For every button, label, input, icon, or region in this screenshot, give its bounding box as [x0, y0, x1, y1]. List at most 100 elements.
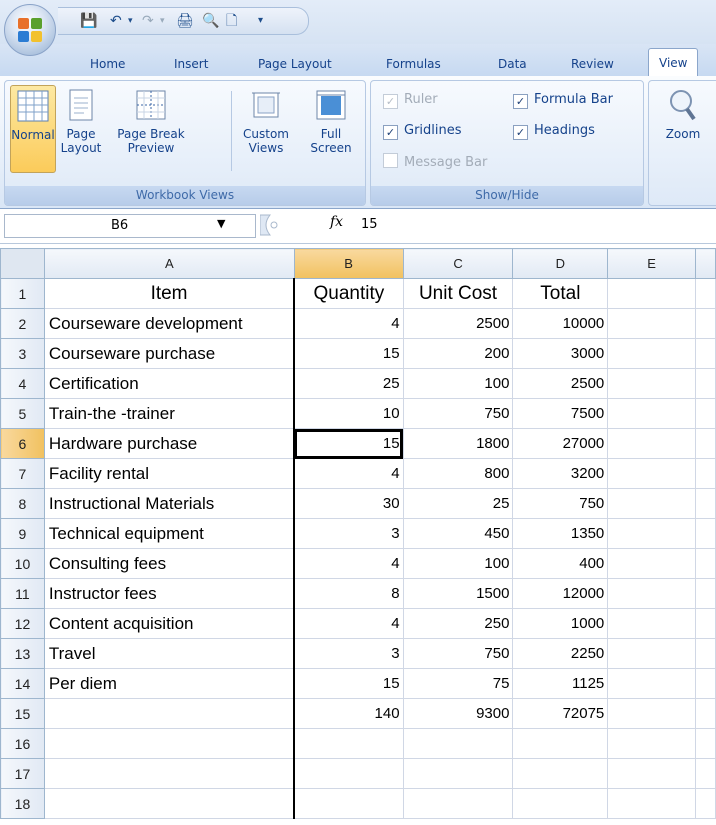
cell[interactable] — [695, 488, 716, 519]
custom-views-button[interactable]: Custom Views — [237, 85, 295, 171]
cell[interactable]: 400 — [512, 548, 609, 579]
cell[interactable]: 25 — [293, 368, 404, 399]
cell[interactable] — [695, 548, 716, 579]
cell[interactable] — [607, 728, 696, 759]
cell[interactable] — [607, 608, 696, 639]
cell[interactable]: 140 — [293, 698, 404, 729]
cell[interactable] — [607, 428, 696, 459]
tab-home[interactable]: Home — [90, 57, 125, 71]
column-header-e[interactable]: E — [607, 248, 696, 279]
save-icon[interactable]: 💾 — [80, 12, 97, 30]
cell[interactable] — [695, 728, 716, 759]
chevron-down-icon[interactable]: ▼ — [217, 217, 225, 230]
cell[interactable]: 1350 — [512, 518, 609, 549]
cell[interactable] — [695, 518, 716, 549]
cell[interactable] — [607, 668, 696, 699]
cell[interactable]: 100 — [402, 548, 514, 579]
cell[interactable] — [607, 638, 696, 669]
cell[interactable] — [607, 278, 696, 309]
normal-view-button[interactable]: Normal — [10, 85, 56, 173]
cell[interactable]: 4 — [293, 458, 404, 489]
cell[interactable]: 2250 — [512, 638, 609, 669]
cell[interactable]: 10000 — [512, 308, 609, 339]
cell[interactable]: 10 — [293, 398, 404, 429]
row-header[interactable]: 17 — [0, 758, 45, 789]
cell[interactable] — [695, 758, 716, 789]
row-header[interactable]: 14 — [0, 668, 45, 699]
cell[interactable]: 1800 — [402, 428, 514, 459]
cell[interactable] — [607, 758, 696, 789]
cell[interactable]: 75 — [402, 668, 514, 699]
row-header[interactable]: 1 — [0, 278, 45, 309]
cell[interactable]: 30 — [293, 488, 404, 519]
cell[interactable]: Courseware purchase — [43, 338, 296, 369]
cell[interactable]: 27000 — [512, 428, 609, 459]
cell[interactable] — [695, 308, 716, 339]
cell[interactable]: 2500 — [402, 308, 514, 339]
cell[interactable]: Travel — [43, 638, 296, 669]
column-header-a[interactable]: A — [43, 248, 295, 279]
row-header[interactable]: 12 — [0, 608, 45, 639]
cell[interactable]: 3200 — [512, 458, 609, 489]
tab-formulas[interactable]: Formulas — [386, 57, 441, 71]
row-header[interactable]: 10 — [0, 548, 45, 579]
header-cell[interactable]: Quantity — [293, 278, 404, 309]
cell[interactable] — [695, 578, 716, 609]
cell[interactable]: Courseware development — [43, 308, 296, 339]
cell[interactable]: 12000 — [512, 578, 609, 609]
cell[interactable] — [402, 728, 514, 759]
cell[interactable]: Technical equipment — [43, 518, 296, 549]
cell[interactable] — [607, 308, 696, 339]
cell[interactable] — [512, 758, 609, 789]
cell[interactable]: 750 — [512, 488, 609, 519]
cell[interactable]: Train-the -trainer — [43, 398, 296, 429]
new-icon[interactable]: 🗋 — [226, 12, 237, 30]
cell[interactable]: 450 — [402, 518, 514, 549]
row-header[interactable]: 4 — [0, 368, 45, 399]
cell[interactable]: 200 — [402, 338, 514, 369]
row-header[interactable]: 9 — [0, 518, 45, 549]
cell[interactable]: 250 — [402, 608, 514, 639]
cell[interactable] — [607, 578, 696, 609]
redo-dropdown-icon[interactable]: ▾ — [160, 12, 165, 30]
cell[interactable]: 1000 — [512, 608, 609, 639]
cell[interactable] — [695, 428, 716, 459]
cell[interactable]: 3000 — [512, 338, 609, 369]
column-header-b[interactable]: B — [293, 248, 404, 279]
cell[interactable] — [695, 458, 716, 489]
cell[interactable] — [293, 728, 404, 759]
gridlines-checkbox[interactable]: ✓ Gridlines — [383, 122, 462, 140]
select-all-corner[interactable] — [0, 248, 45, 279]
row-header[interactable]: 7 — [0, 458, 45, 489]
formula-bar-resize-handle[interactable] — [260, 214, 340, 236]
cell[interactable]: 4 — [293, 608, 404, 639]
cell[interactable]: 750 — [402, 638, 514, 669]
cell[interactable] — [43, 728, 296, 759]
cell[interactable]: 750 — [402, 398, 514, 429]
cell[interactable] — [293, 788, 404, 819]
formula-input[interactable]: 15 — [361, 214, 714, 236]
row-header[interactable]: 11 — [0, 578, 45, 609]
cell[interactable] — [293, 758, 404, 789]
cell[interactable] — [695, 698, 716, 729]
undo-icon[interactable]: ↶ — [110, 12, 122, 30]
cell[interactable] — [402, 758, 514, 789]
row-header[interactable]: 13 — [0, 638, 45, 669]
cell[interactable]: 4 — [293, 548, 404, 579]
cell[interactable]: Hardware purchase — [43, 428, 296, 459]
tab-data[interactable]: Data — [498, 57, 527, 71]
row-header[interactable]: 6 — [0, 428, 45, 459]
cell[interactable]: 72075 — [512, 698, 609, 729]
cell[interactable]: Instructor fees — [43, 578, 296, 609]
cell[interactable] — [607, 488, 696, 519]
cell[interactable] — [607, 398, 696, 429]
cell[interactable]: 1500 — [402, 578, 514, 609]
print-preview-icon[interactable]: 🔍 — [202, 12, 219, 30]
cell[interactable]: 8 — [293, 578, 404, 609]
zoom-button[interactable]: Zoom — [655, 85, 711, 171]
message-bar-checkbox[interactable]: Message Bar — [383, 153, 487, 171]
row-header[interactable]: 3 — [0, 338, 45, 369]
office-button[interactable] — [4, 4, 56, 56]
cell[interactable] — [607, 368, 696, 399]
cell[interactable] — [607, 548, 696, 579]
